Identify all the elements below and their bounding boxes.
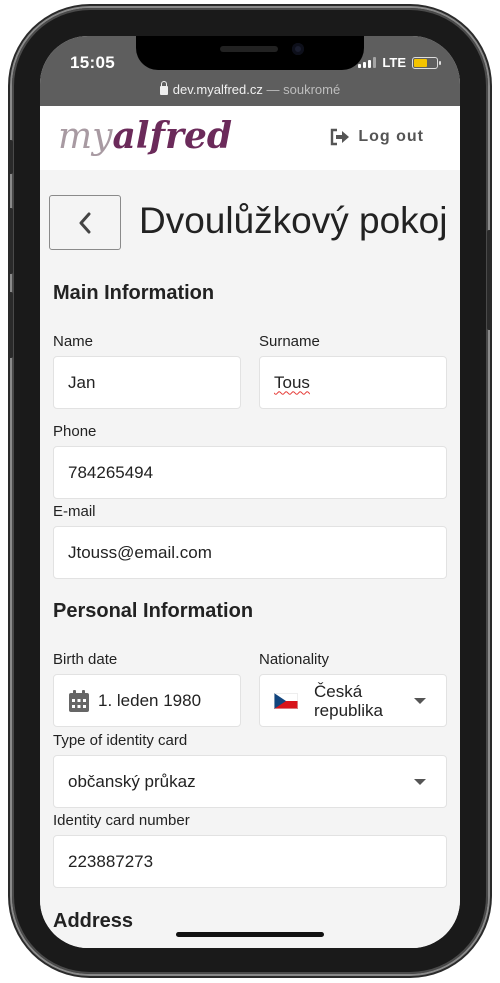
personal-information-title: Personal Information xyxy=(53,600,254,622)
app-header: myalfred Log out xyxy=(40,106,460,170)
surname-label: Surname xyxy=(259,333,320,350)
birth-date-value: 1. leden 1980 xyxy=(98,690,202,710)
email-label: E-mail xyxy=(53,503,96,520)
home-indicator[interactable] xyxy=(176,932,324,937)
logo-alfred: alfred xyxy=(112,115,233,157)
nationality-value-line1: Česká xyxy=(314,681,363,701)
address-title: Address xyxy=(53,910,134,932)
private-mode-label: soukromé xyxy=(283,82,341,97)
battery-icon xyxy=(412,56,441,69)
page-title: Dvoulůžkový pokoj xyxy=(139,200,448,241)
main-information-title: Main Information xyxy=(53,282,215,304)
volume-down-button xyxy=(8,292,13,358)
battery-level xyxy=(414,58,428,67)
speaker xyxy=(220,46,278,52)
logout-button[interactable]: Log out xyxy=(330,128,424,146)
volume-up-button xyxy=(8,208,13,274)
chevron-left-icon xyxy=(79,212,91,233)
email-value: Jtouss@email.com xyxy=(68,542,212,562)
url-separator: — xyxy=(262,82,284,97)
mute-switch xyxy=(8,140,13,174)
id-number-label: Identity card number xyxy=(53,812,190,829)
calendar-icon xyxy=(69,689,89,712)
signal-icon xyxy=(358,57,377,68)
nationality-value: Česká republika xyxy=(314,682,383,720)
myalfred-logo[interactable]: myalfred xyxy=(58,116,232,157)
phone-field[interactable]: 784265494 xyxy=(53,446,447,499)
network-type: LTE xyxy=(382,55,406,70)
status-time: 15:05 xyxy=(70,53,115,72)
sign-out-icon xyxy=(331,128,350,146)
surname-field[interactable]: Tous xyxy=(259,356,447,409)
name-label: Name xyxy=(53,333,94,350)
id-number-field[interactable]: 223887273 xyxy=(53,835,447,888)
id-type-select[interactable]: občanský průkaz xyxy=(53,755,447,808)
nationality-select[interactable]: Česká republika xyxy=(259,674,447,727)
id-type-value: občanský průkaz xyxy=(68,771,196,791)
main-content: Dvoulůžkový pokoj Main Information Name … xyxy=(40,170,460,948)
czech-flag-icon xyxy=(274,692,298,709)
status-bar: 15:05 LTE dev.myalfred.cz — soukromé xyxy=(40,36,460,106)
logo-my: my xyxy=(58,116,113,157)
nationality-value-line2: republika xyxy=(314,700,383,720)
phone-screen: 15:05 LTE dev.myalfred.cz — soukromé mya… xyxy=(40,36,460,948)
phone-label: Phone xyxy=(53,423,97,440)
front-camera xyxy=(292,43,304,55)
name-field[interactable]: Jan xyxy=(53,356,241,409)
birth-date-field[interactable]: 1. leden 1980 xyxy=(53,674,241,727)
surname-value: Tous xyxy=(274,372,310,392)
id-number-value: 223887273 xyxy=(68,851,154,871)
email-field[interactable]: Jtouss@email.com xyxy=(53,526,447,579)
notch xyxy=(136,36,364,70)
status-indicators: LTE xyxy=(358,55,441,70)
chevron-down-icon xyxy=(414,779,426,785)
id-type-label: Type of identity card xyxy=(53,732,188,749)
birth-date-label: Birth date xyxy=(53,651,118,668)
back-button[interactable] xyxy=(49,195,121,250)
name-value: Jan xyxy=(68,372,96,392)
power-button xyxy=(487,230,492,330)
url-text: dev.myalfred.cz xyxy=(172,82,263,97)
logout-label: Log out xyxy=(358,128,424,145)
nationality-label: Nationality xyxy=(259,651,330,668)
phone-value: 784265494 xyxy=(68,462,154,482)
lock-icon xyxy=(159,81,168,95)
chevron-down-icon xyxy=(414,698,426,704)
address-bar[interactable]: dev.myalfred.cz — soukromé xyxy=(40,81,460,97)
